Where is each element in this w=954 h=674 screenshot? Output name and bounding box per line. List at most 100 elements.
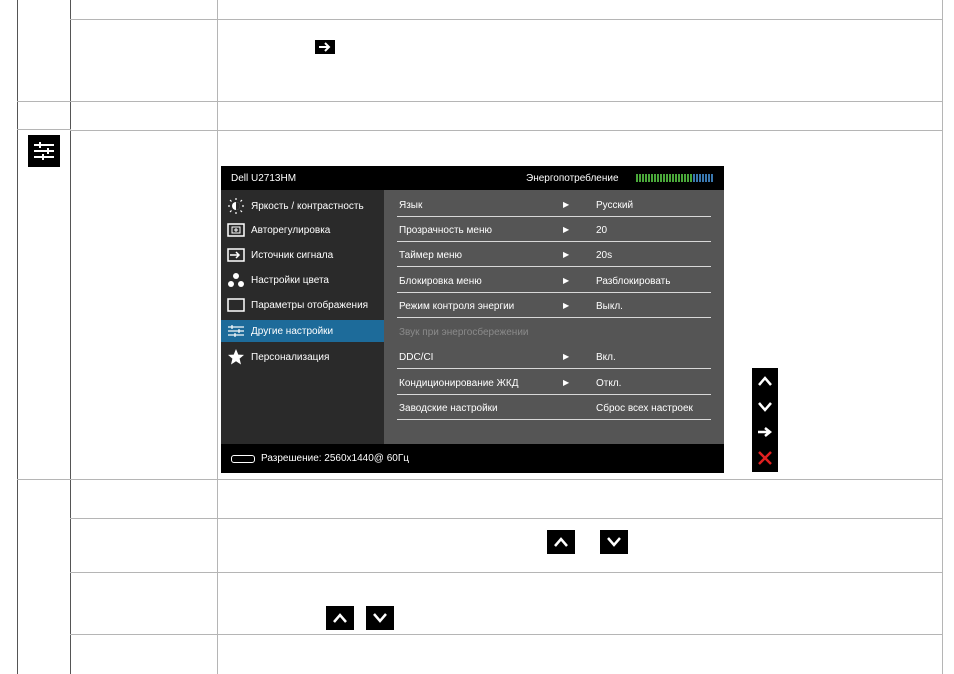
- submenu-arrow-icon: ▶: [563, 276, 570, 285]
- osd-setting-row[interactable]: Блокировка меню ▶ Разблокировать: [397, 269, 711, 293]
- row-separator: [397, 368, 711, 369]
- enter-icon[interactable]: [752, 419, 778, 445]
- up-icon: [326, 606, 354, 630]
- down-icon[interactable]: [752, 394, 778, 420]
- row-separator: [397, 292, 711, 293]
- energy-meter-segment: [690, 174, 692, 182]
- osd-menu-item-display-settings[interactable]: Параметры отображения: [221, 294, 384, 316]
- setting-label: Язык: [399, 200, 423, 211]
- energy-meter-segment: [669, 174, 671, 182]
- setting-value: Откл.: [596, 378, 622, 389]
- energy-meter-segment: [702, 174, 704, 182]
- row-separator: [397, 266, 711, 267]
- setting-label: Звук при энергосбережении: [399, 327, 529, 338]
- osd-menu-item-input-source[interactable]: Источник сигнала: [221, 244, 384, 266]
- setting-value: Вкл.: [596, 352, 616, 363]
- energy-meter-segment: [672, 174, 674, 182]
- display-settings-icon: [227, 298, 245, 312]
- osd-model-name: Dell U2713HM: [231, 173, 297, 184]
- row-separator: [397, 241, 711, 242]
- energy-meter-segment: [636, 174, 638, 182]
- exit-icon[interactable]: [752, 445, 778, 471]
- setting-label: DDC/CI: [399, 352, 434, 363]
- osd-menu-label: Яркость / контрастность: [251, 200, 364, 212]
- osd-setting-row[interactable]: Таймер меню ▶ 20s: [397, 243, 711, 267]
- osd-setting-row[interactable]: Прозрачность меню ▶ 20: [397, 218, 711, 242]
- submenu-arrow-icon: ▶: [563, 301, 570, 310]
- submenu-arrow-icon: ▶: [563, 378, 570, 387]
- submenu-arrow-icon: ▶: [563, 200, 570, 209]
- osd-menu-label: Настройки цвета: [251, 274, 329, 286]
- setting-label: Блокировка меню: [399, 276, 482, 287]
- energy-meter-segment: [681, 174, 683, 182]
- setting-value: Сброс всех настроек: [596, 403, 693, 414]
- osd-menu-label: Персонализация: [251, 351, 330, 363]
- energy-meter-segment: [660, 174, 662, 182]
- row-divider: [70, 19, 943, 20]
- osd-menu-item-personalize[interactable]: Персонализация: [221, 346, 384, 368]
- energy-meter-segment: [675, 174, 677, 182]
- osd-menu-item-color-settings[interactable]: Настройки цвета: [221, 269, 384, 291]
- enter-arrow-icon: [315, 40, 335, 54]
- energy-meter-segment: [678, 174, 680, 182]
- setting-value: 20s: [596, 250, 613, 261]
- auto-adjust-icon: [227, 223, 245, 237]
- osd-setting-row: Звук при энергосбережении: [397, 320, 711, 344]
- osd-menu-label: Параметры отображения: [251, 299, 369, 311]
- osd-setting-row[interactable]: Режим контроля энергии ▶ Выкл.: [397, 294, 711, 318]
- energy-meter-segment: [648, 174, 650, 182]
- osd-nav-buttons: [752, 368, 778, 472]
- row-separator: [397, 419, 711, 420]
- energy-meter-segment: [684, 174, 686, 182]
- row-divider: [17, 129, 71, 130]
- energy-meter-segment: [687, 174, 689, 182]
- other-settings-icon: [227, 324, 245, 338]
- submenu-arrow-icon: ▶: [563, 250, 570, 259]
- up-icon: [547, 530, 575, 554]
- energy-meter-segment: [642, 174, 644, 182]
- submenu-arrow-icon: ▶: [563, 352, 570, 361]
- osd-menu-label: Другие настройки: [251, 325, 334, 337]
- osd-setting-row[interactable]: DDC/CI ▶ Вкл.: [397, 345, 711, 369]
- brightness-icon: [227, 198, 245, 214]
- energy-meter-segment: [663, 174, 665, 182]
- down-icon: [600, 530, 628, 554]
- setting-label: Таймер меню: [399, 250, 463, 261]
- row-divider: [17, 479, 943, 480]
- osd-menu-item-other-settings[interactable]: Другие настройки: [221, 320, 384, 342]
- setting-label: Заводские настройки: [399, 403, 498, 414]
- energy-meter-segment: [708, 174, 710, 182]
- row-divider: [70, 572, 943, 573]
- energy-meter-segment: [639, 174, 641, 182]
- setting-value: Русский: [596, 200, 634, 211]
- energy-meter-segment: [651, 174, 653, 182]
- osd-setting-row[interactable]: Язык ▶ Русский: [397, 193, 711, 217]
- energy-meter-segment: [666, 174, 668, 182]
- row-divider: [70, 130, 943, 131]
- osd-setting-row[interactable]: Кондиционирование ЖКД ▶ Откл.: [397, 371, 711, 395]
- energy-meter-segment: [705, 174, 707, 182]
- submenu-arrow-icon: ▶: [563, 225, 570, 234]
- osd-energy-label: Энергопотребление: [526, 173, 619, 184]
- osd-footer: Разрешение: 2560x1440@ 60Гц: [221, 444, 724, 473]
- energy-meter-segment: [654, 174, 656, 182]
- setting-label: Режим контроля энергии: [399, 301, 515, 312]
- setting-label: Кондиционирование ЖКД: [399, 378, 519, 389]
- osd-menu-item-auto-adjust[interactable]: Авторегулировка: [221, 219, 384, 241]
- setting-value: Разблокировать: [596, 276, 671, 287]
- hdmi-connector-icon: [231, 455, 255, 463]
- resolution-text: Разрешение: 2560x1440@ 60Гц: [261, 453, 409, 464]
- osd-settings-panel: Язык ▶ Русский Прозрачность меню ▶ 20 Таймер…: [384, 190, 724, 444]
- color-settings-icon: [227, 273, 245, 287]
- row-separator: [397, 216, 711, 217]
- star-icon: [227, 349, 245, 365]
- input-source-icon: [227, 248, 245, 262]
- setting-label: Прозрачность меню: [399, 225, 493, 236]
- osd-setting-row[interactable]: Заводские настройки Сброс всех настроек: [397, 396, 711, 420]
- down-icon: [366, 606, 394, 630]
- osd-menu-label: Источник сигнала: [251, 249, 334, 261]
- osd-header: Dell U2713HM Энергопотребление: [221, 166, 724, 190]
- up-icon[interactable]: [752, 368, 778, 394]
- osd-menu: Dell U2713HM Энергопотребление Яркость /…: [221, 166, 724, 473]
- osd-menu-item-brightness[interactable]: Яркость / контрастность: [221, 195, 384, 217]
